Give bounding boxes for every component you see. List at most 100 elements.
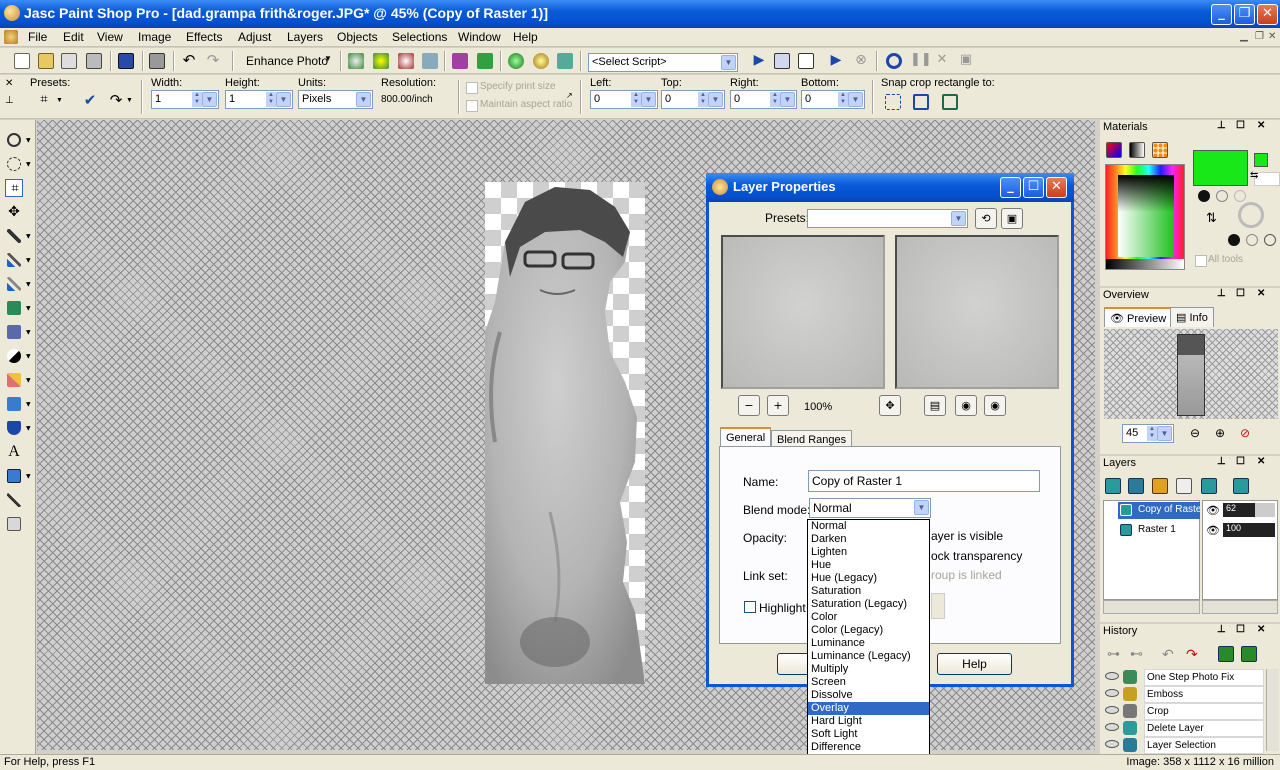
- histogram-icon[interactable]: [477, 53, 493, 69]
- history-eye-icon[interactable]: [1105, 723, 1119, 731]
- blend-option[interactable]: Screen: [808, 676, 929, 689]
- highlight-color-swatch[interactable]: [931, 593, 945, 619]
- document-icon[interactable]: [4, 30, 18, 44]
- blend-option[interactable]: Color: [808, 611, 929, 624]
- history-redo-icon[interactable]: ↷: [1186, 646, 1198, 663]
- layers-maximize-icon[interactable]: ☐: [1236, 456, 1245, 467]
- overview-maximize-icon[interactable]: ☐: [1236, 288, 1245, 299]
- mdi-restore-icon[interactable]: ❐: [1255, 31, 1264, 42]
- blend-option[interactable]: Luminance (Legacy): [808, 650, 929, 663]
- highlight-checkbox[interactable]: [744, 601, 756, 613]
- blend-option[interactable]: Hue (Legacy): [808, 572, 929, 585]
- history-item[interactable]: One Step Photo Fix: [1103, 669, 1278, 686]
- history-vscrollbar[interactable]: [1266, 669, 1279, 751]
- top-input[interactable]: 0 ▲ ▼ ▼: [661, 90, 725, 109]
- swap-icon[interactable]: ⇆: [1250, 170, 1258, 181]
- aspect-ratio-checkbox[interactable]: [466, 100, 478, 112]
- bg-null-style-icon[interactable]: [1264, 234, 1276, 246]
- print-size-checkbox[interactable]: [466, 82, 478, 94]
- apply-crop-icon[interactable]: ✔: [82, 93, 98, 109]
- overview-zoom-in-icon[interactable]: ⊕: [1215, 426, 1225, 440]
- enhance-photo-button[interactable]: Enhance Photo: [246, 54, 328, 68]
- shape-tool[interactable]: ▼: [5, 467, 31, 485]
- menu-image[interactable]: Image: [138, 30, 171, 44]
- scratch-remover-tool[interactable]: ▼: [5, 323, 31, 341]
- layer-name-input[interactable]: Copy of Raster 1: [808, 470, 1040, 492]
- blend-option[interactable]: Multiply: [808, 663, 929, 676]
- history-eye-icon[interactable]: [1105, 689, 1119, 697]
- history-play-icon[interactable]: [1218, 646, 1234, 662]
- layers-pin-icon[interactable]: ⊥: [1217, 456, 1226, 467]
- history-item[interactable]: Crop: [1103, 703, 1278, 720]
- record-icon[interactable]: [886, 53, 902, 69]
- edit-script-icon[interactable]: [774, 53, 790, 69]
- menu-objects[interactable]: Objects: [337, 30, 378, 44]
- options-close-icon[interactable]: ✕: [5, 78, 13, 89]
- materials-toggle-icon[interactable]: [508, 53, 524, 69]
- fix-icon[interactable]: [373, 53, 389, 69]
- history-undo-icon[interactable]: ↶: [1162, 646, 1174, 663]
- reset-presets-icon[interactable]: ⟲: [975, 208, 997, 229]
- blend-option[interactable]: Color (Legacy): [808, 624, 929, 637]
- bg-color-style-icon[interactable]: [1228, 234, 1240, 246]
- layer-opacity-slider-1[interactable]: 62: [1223, 503, 1275, 517]
- gradient-style-icon[interactable]: [1216, 190, 1228, 202]
- gradient-icon[interactable]: [1129, 142, 1145, 158]
- enhance-photo-arrow-icon[interactable]: ▼: [324, 54, 332, 63]
- object-icon[interactable]: [422, 53, 438, 69]
- options-pin-icon[interactable]: ⊥: [5, 95, 14, 106]
- history-item[interactable]: Delete Layer: [1103, 720, 1278, 737]
- print-icon[interactable]: [149, 53, 165, 69]
- stop-script-icon[interactable]: ⊗: [853, 53, 869, 69]
- layers-hscrollbar[interactable]: [1103, 600, 1200, 614]
- swatches-icon[interactable]: [1152, 142, 1168, 158]
- blend-option[interactable]: Saturation (Legacy): [808, 598, 929, 611]
- gray-strip[interactable]: [1106, 259, 1184, 269]
- clone-tool[interactable]: ▼: [5, 299, 31, 317]
- width-input[interactable]: 1 ▲ ▼ ▼: [151, 90, 219, 109]
- airbrush-tool[interactable]: ▼: [5, 275, 31, 293]
- materials-pin-icon[interactable]: ⊥: [1217, 120, 1226, 131]
- menu-adjust[interactable]: Adjust: [238, 30, 271, 44]
- foreground-small-swatch[interactable]: [1254, 153, 1268, 167]
- dialog-minimize-button[interactable]: _: [1000, 177, 1021, 198]
- menu-selections[interactable]: Selections: [392, 30, 447, 44]
- overview-zoom-reset-icon[interactable]: ⊘: [1240, 426, 1250, 440]
- history-maximize-icon[interactable]: ☐: [1236, 624, 1245, 635]
- history-eye-icon[interactable]: [1105, 740, 1119, 748]
- redo-icon[interactable]: ↷: [205, 53, 221, 69]
- mdi-minimize-icon[interactable]: ▁: [1240, 31, 1248, 42]
- zoom-in-icon[interactable]: +: [767, 395, 789, 416]
- blend-option[interactable]: Difference: [808, 741, 929, 754]
- history-pin-icon[interactable]: ⊥: [1217, 624, 1226, 635]
- red-eye-icon[interactable]: [398, 53, 414, 69]
- rotate-crop-icon[interactable]: ↷: [108, 93, 124, 109]
- pause-icon[interactable]: ❚❚: [910, 53, 932, 69]
- dodge-tool[interactable]: ▼: [5, 347, 31, 365]
- tab-preview[interactable]: 👁 Preview: [1104, 307, 1173, 327]
- close-button[interactable]: ✕: [1257, 4, 1278, 25]
- menu-file[interactable]: File: [28, 30, 47, 44]
- pen-tool[interactable]: [5, 491, 23, 509]
- auto-proof-icon[interactable]: ◉: [955, 395, 977, 416]
- blend-mode-select[interactable]: Normal ▼: [809, 498, 931, 518]
- blend-option[interactable]: Overlay: [808, 702, 929, 715]
- restore-button[interactable]: ❐: [1234, 4, 1255, 25]
- app-icon[interactable]: [4, 5, 20, 21]
- blend-option[interactable]: Saturation: [808, 585, 929, 598]
- script-select[interactable]: <Select Script> ▼: [588, 53, 738, 72]
- snap-selection-icon[interactable]: [885, 94, 901, 110]
- save-record-icon[interactable]: ▣: [958, 53, 974, 69]
- blend-option[interactable]: Lighten: [808, 546, 929, 559]
- eraser-tool[interactable]: ▼: [5, 371, 31, 389]
- new-icon[interactable]: [14, 53, 30, 69]
- history-eye-icon[interactable]: [1105, 706, 1119, 714]
- menu-help[interactable]: Help: [513, 30, 538, 44]
- history-clear-all-icon[interactable]: ⊷: [1130, 646, 1143, 662]
- blend-option[interactable]: Normal: [808, 520, 929, 533]
- tab-blend-ranges[interactable]: Blend Ranges: [771, 430, 853, 447]
- pan-icon[interactable]: ✥: [879, 395, 901, 416]
- blend-option[interactable]: Darken: [808, 533, 929, 546]
- right-input[interactable]: 0 ▲ ▼ ▼: [730, 90, 797, 109]
- blend-option[interactable]: Luminance: [808, 637, 929, 650]
